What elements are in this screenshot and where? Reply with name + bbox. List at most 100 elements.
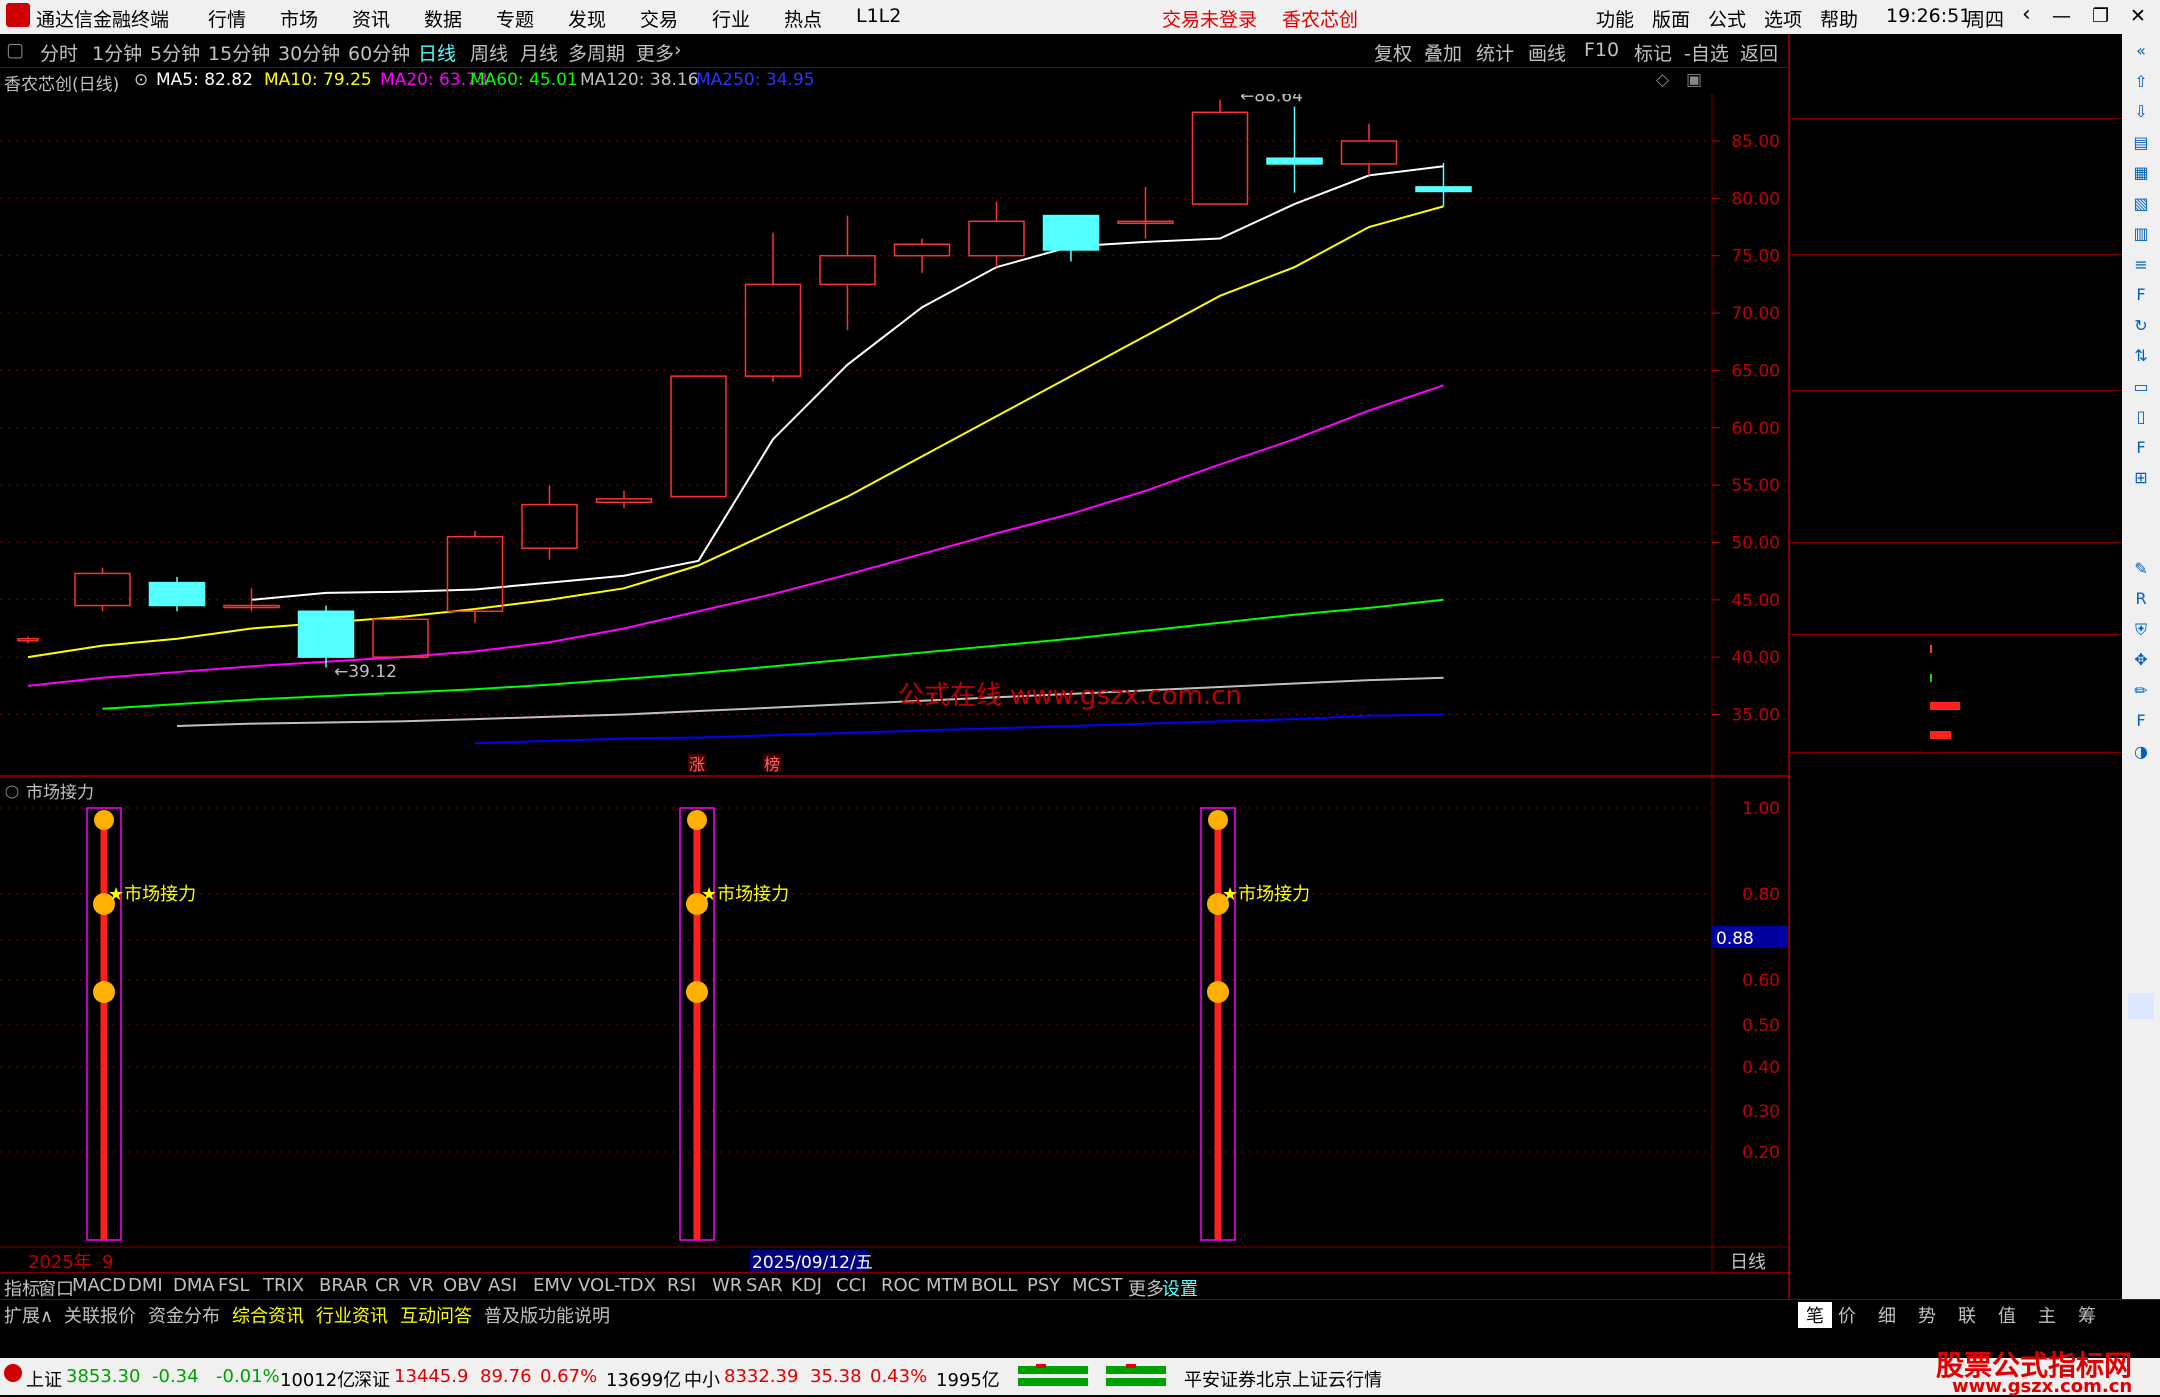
candle-body[interactable]: [148, 581, 206, 607]
grid-icon[interactable]: ▦: [2128, 160, 2154, 186]
menu-banmian[interactable]: 版面: [1652, 5, 1690, 32]
doc-icon[interactable]: ▭: [2128, 374, 2154, 400]
panel-tab[interactable]: 主: [2038, 1302, 2056, 1328]
side-period-button[interactable]: [2128, 855, 2154, 881]
period-60min[interactable]: 60分钟: [348, 39, 410, 66]
panel-tab[interactable]: 价: [1838, 1302, 1856, 1328]
side-period-button[interactable]: [2128, 992, 2154, 1019]
period-daily[interactable]: 日线: [418, 39, 456, 66]
btn-fuquan[interactable]: 复权: [1374, 39, 1412, 66]
menu-zixun[interactable]: 资讯: [352, 5, 390, 32]
sub-dropdown-icon[interactable]: [5, 785, 19, 799]
btn-fanhui[interactable]: 返回: [1740, 39, 1778, 66]
indicator-tab[interactable]: BOLL: [971, 1275, 1017, 1296]
candle-body[interactable]: [17, 638, 39, 642]
info-tab[interactable]: 关联报价: [64, 1302, 136, 1328]
event-marker[interactable]: 榜: [764, 755, 780, 774]
info-tab[interactable]: 普及版功能说明: [484, 1302, 610, 1328]
side-period-button[interactable]: [2128, 1027, 2154, 1053]
color-icon[interactable]: ◑: [2128, 739, 2154, 765]
candle-body[interactable]: [74, 572, 131, 607]
collapse-icon[interactable]: «: [2128, 38, 2154, 64]
menu-zhuanti[interactable]: 专题: [496, 5, 534, 32]
move-icon[interactable]: ✥: [2128, 647, 2154, 673]
indicator-tab[interactable]: ROC: [881, 1275, 920, 1296]
event-marker[interactable]: 涨: [689, 755, 705, 774]
btn-diejia[interactable]: 叠加: [1424, 39, 1462, 66]
candle-body[interactable]: [1266, 157, 1323, 165]
indicator-tab[interactable]: MTM: [926, 1275, 968, 1296]
menu-l1l2[interactable]: L1L2: [856, 5, 901, 27]
kline-icon[interactable]: ▥: [2128, 221, 2154, 247]
indicator-tab[interactable]: KDJ: [791, 1275, 822, 1296]
candle-body[interactable]: [595, 498, 653, 504]
sh-label[interactable]: 上证: [26, 1366, 62, 1392]
side-period-button[interactable]: [2128, 1165, 2154, 1191]
nav-down-icon[interactable]: ⇩: [2128, 99, 2154, 125]
panel-tab[interactable]: 筹: [2078, 1302, 2096, 1328]
candle-body[interactable]: [1042, 214, 1100, 251]
indicator-tab[interactable]: 窗口: [38, 1275, 74, 1301]
collapse-icon[interactable]: ▢: [6, 39, 24, 61]
menu-shichang[interactable]: 市场: [280, 5, 318, 32]
panel-icon[interactable]: ▣: [1686, 70, 1702, 90]
candle-body[interactable]: [1415, 186, 1472, 193]
indicator-tab[interactable]: CR: [375, 1275, 400, 1296]
btn-huaxian[interactable]: 画线: [1528, 39, 1566, 66]
indicator-tab[interactable]: CCI: [836, 1275, 866, 1296]
menu-hangye[interactable]: 行业: [712, 5, 750, 32]
list-icon[interactable]: ≡: [2128, 252, 2154, 278]
candle-body[interactable]: [1191, 111, 1249, 205]
chart-stock-title[interactable]: 香农芯创(日线): [4, 70, 119, 95]
sort-icon[interactable]: ⇅: [2128, 343, 2154, 369]
candle-body[interactable]: [968, 220, 1025, 257]
side-period-button[interactable]: [2128, 1062, 2154, 1088]
panel-tab[interactable]: 势: [1918, 1302, 1936, 1328]
side-period-button[interactable]: [2128, 958, 2154, 984]
indicator-tab[interactable]: EMV: [533, 1275, 572, 1296]
back-icon[interactable]: ‹: [2022, 2, 2031, 27]
btn-zixuan[interactable]: -自选: [1684, 39, 1729, 66]
candle-body[interactable]: [819, 254, 876, 286]
candle-body[interactable]: [521, 503, 578, 549]
page-icon[interactable]: ▯: [2128, 404, 2154, 430]
pencil-icon[interactable]: ✏: [2128, 678, 2154, 704]
side-period-button[interactable]: [2128, 1131, 2154, 1157]
side-period-button[interactable]: [2128, 820, 2154, 846]
period-15min[interactable]: 15分钟: [208, 39, 270, 66]
indicator-tab[interactable]: 设置: [1162, 1275, 1198, 1301]
restore-icon[interactable]: ❐: [2092, 5, 2109, 27]
panel-tab[interactable]: 联: [1958, 1302, 1976, 1328]
indicator-tab[interactable]: RSI: [667, 1275, 696, 1296]
menu-xuanxiang[interactable]: 选项: [1764, 5, 1802, 32]
indicator-tab[interactable]: FSL: [218, 1275, 250, 1296]
side-period-button[interactable]: [2128, 924, 2154, 950]
info-tab[interactable]: 扩展∧: [4, 1302, 53, 1328]
menu-jiaoyi[interactable]: 交易: [640, 5, 678, 32]
btn-biaoji[interactable]: 标记: [1634, 39, 1672, 66]
rsi-icon[interactable]: R: [2128, 586, 2154, 612]
panel-tab[interactable]: 笔: [1798, 1302, 1832, 1328]
menu-gongshi[interactable]: 公式: [1708, 5, 1746, 32]
indicator-tab[interactable]: PSY: [1027, 1275, 1060, 1296]
panel-tab[interactable]: 值: [1998, 1302, 2016, 1328]
candle-body[interactable]: [297, 610, 355, 658]
indicator-tab[interactable]: MACD: [72, 1275, 126, 1296]
dropdown-icon[interactable]: ⊙: [134, 70, 148, 90]
period-fenshi[interactable]: 分时: [40, 39, 78, 66]
indicator-tab[interactable]: SAR: [746, 1275, 783, 1296]
side-period-button[interactable]: [2128, 1200, 2154, 1226]
info-tab[interactable]: 互动问答: [400, 1302, 472, 1328]
period-5min[interactable]: 5分钟: [150, 39, 200, 66]
indicator-tab[interactable]: WR: [712, 1275, 742, 1296]
panel-tab[interactable]: 细: [1878, 1302, 1896, 1328]
chevron-right-icon[interactable]: ›: [674, 39, 682, 61]
indicator-tab[interactable]: VOL-TDX: [578, 1275, 656, 1296]
side-period-button[interactable]: [2128, 1096, 2154, 1122]
info-tab[interactable]: 综合资讯: [232, 1302, 304, 1328]
zx-label[interactable]: 中小: [684, 1366, 720, 1392]
f10-icon[interactable]: F: [2128, 282, 2154, 308]
btn-f10[interactable]: F10: [1584, 39, 1619, 61]
period-weekly[interactable]: 周线: [470, 39, 508, 66]
minimize-icon[interactable]: —: [2052, 5, 2071, 27]
